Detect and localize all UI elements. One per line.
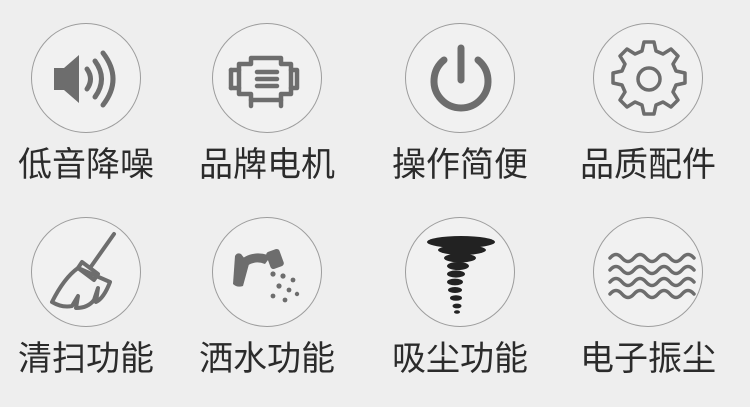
icon-circle bbox=[31, 23, 141, 133]
icon-circle bbox=[593, 217, 703, 327]
feature-low-noise: 低音降噪 bbox=[11, 23, 161, 213]
tornado-icon bbox=[427, 236, 495, 314]
feature-label: 洒水功能 bbox=[199, 339, 335, 379]
icon-circle bbox=[405, 23, 515, 133]
feature-brand-motor: 品牌电机 bbox=[192, 23, 342, 213]
feature-easy-operation: 操作简便 bbox=[385, 23, 535, 213]
power-icon bbox=[430, 44, 492, 112]
feature-label: 操作简便 bbox=[392, 145, 528, 185]
gear-icon bbox=[611, 40, 687, 116]
feature-label: 电子振尘 bbox=[580, 339, 716, 379]
icon-circle bbox=[593, 23, 703, 133]
motor-icon bbox=[228, 55, 300, 109]
watering-can-icon bbox=[233, 248, 300, 303]
icon-circle bbox=[212, 23, 322, 133]
icon-circle bbox=[405, 217, 515, 327]
waves-icon bbox=[608, 252, 696, 300]
feature-label: 吸尘功能 bbox=[392, 339, 528, 379]
feature-sweeping: 清扫功能 bbox=[11, 217, 161, 407]
feature-sprinkling: 洒水功能 bbox=[192, 217, 342, 407]
feature-quality-parts: 品质配件 bbox=[573, 23, 723, 213]
feature-electronic-dust-shake: 电子振尘 bbox=[573, 217, 723, 407]
icon-circle bbox=[31, 217, 141, 327]
speaker-icon bbox=[54, 50, 116, 108]
broom-icon bbox=[50, 232, 116, 310]
feature-label: 品牌电机 bbox=[199, 145, 335, 185]
feature-label: 清扫功能 bbox=[18, 339, 154, 379]
feature-dust-suction: 吸尘功能 bbox=[385, 217, 535, 407]
feature-label: 品质配件 bbox=[580, 145, 716, 185]
icon-circle bbox=[212, 217, 322, 327]
feature-label: 低音降噪 bbox=[18, 145, 154, 185]
